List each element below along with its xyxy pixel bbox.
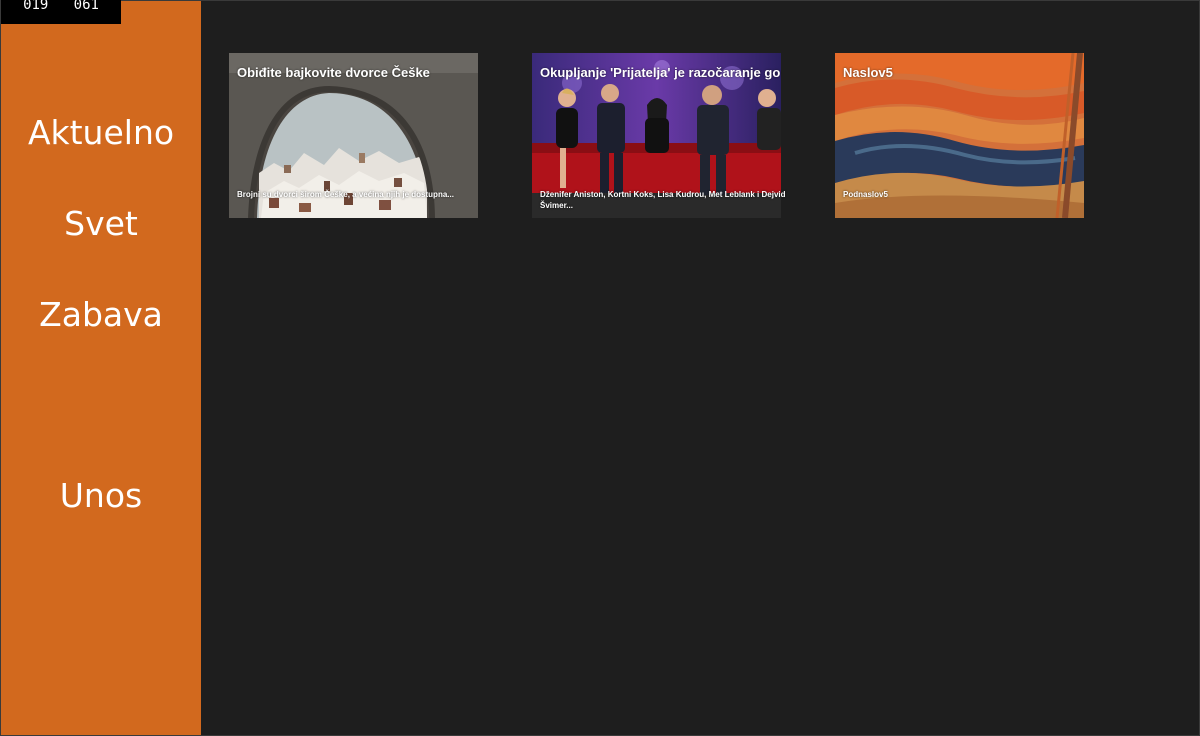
news-tile[interactable]: Obiđite bajkovite dvorce Češke Brojni su… (229, 53, 478, 218)
news-tile[interactable]: Naslov5 Podnaslov5 (835, 53, 1084, 218)
sidebar-nav: Aktuelno Svet Zabava Unos (1, 1, 201, 735)
tile-title: Naslov5 (843, 65, 893, 80)
news-tile[interactable]: Okupljanje 'Prijatelja' je razočaranje g… (532, 53, 786, 218)
frame-rate-counter: 019 061 (1, 0, 121, 24)
tile-subtitle: Brojni su dvorci širom Češke, a većina n… (237, 190, 454, 199)
tile-subtitle: Podnaslov5 (843, 190, 888, 199)
nav-item-svet[interactable]: Svet (1, 204, 201, 243)
tile-title: Obiđite bajkovite dvorce Češke (237, 65, 430, 80)
nav-item-unos[interactable]: Unos (1, 476, 201, 515)
nav-item-aktuelno[interactable]: Aktuelno (1, 113, 201, 152)
tile-title: Okupljanje 'Prijatelja' je razočaranje g… (540, 65, 781, 80)
tile-subtitle: Dženifer Aniston, Kortni Koks, Lisa Kudr… (540, 190, 786, 210)
nav-item-zabava[interactable]: Zabava (1, 295, 201, 334)
